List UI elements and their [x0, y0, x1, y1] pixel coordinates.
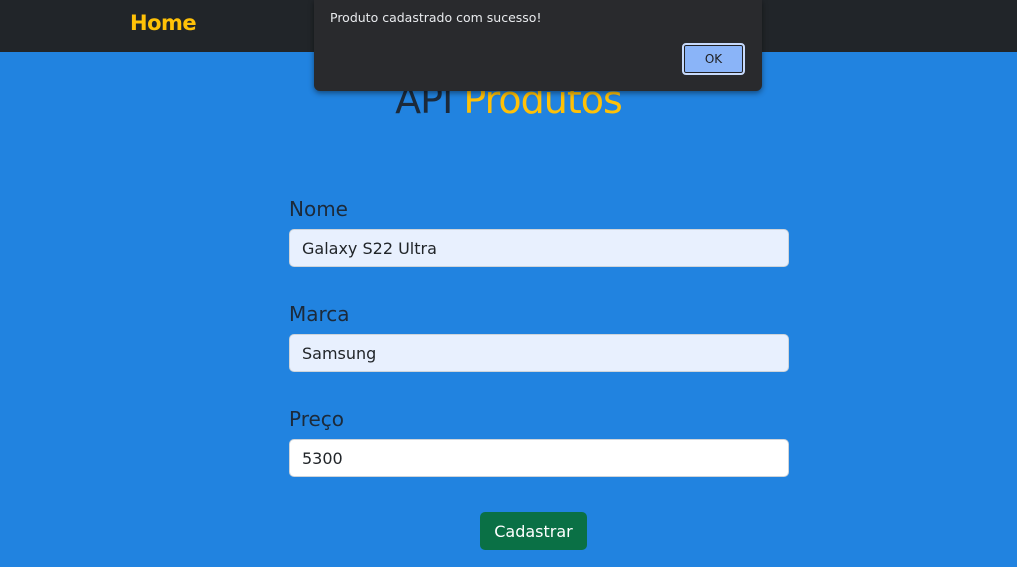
- marca-input[interactable]: [289, 334, 789, 372]
- field-nome: Nome: [289, 196, 789, 301]
- preco-input[interactable]: [289, 439, 789, 477]
- alert-ok-button[interactable]: OK: [682, 43, 745, 75]
- marca-label: Marca: [289, 302, 350, 326]
- nome-label: Nome: [289, 197, 348, 221]
- field-marca: Marca: [289, 301, 789, 406]
- nav-brand-home-link[interactable]: Home: [130, 11, 197, 35]
- product-form: Nome Marca Preço: [289, 196, 789, 511]
- field-preco: Preço: [289, 406, 789, 511]
- preco-label: Preço: [289, 407, 345, 431]
- cadastrar-button[interactable]: Cadastrar: [480, 512, 587, 550]
- submit-wrap: Cadastrar: [480, 512, 587, 550]
- alert-dialog: Produto cadastrado com sucesso! OK: [314, 0, 762, 91]
- alert-message: Produto cadastrado com sucesso!: [330, 10, 542, 25]
- nome-input[interactable]: [289, 229, 789, 267]
